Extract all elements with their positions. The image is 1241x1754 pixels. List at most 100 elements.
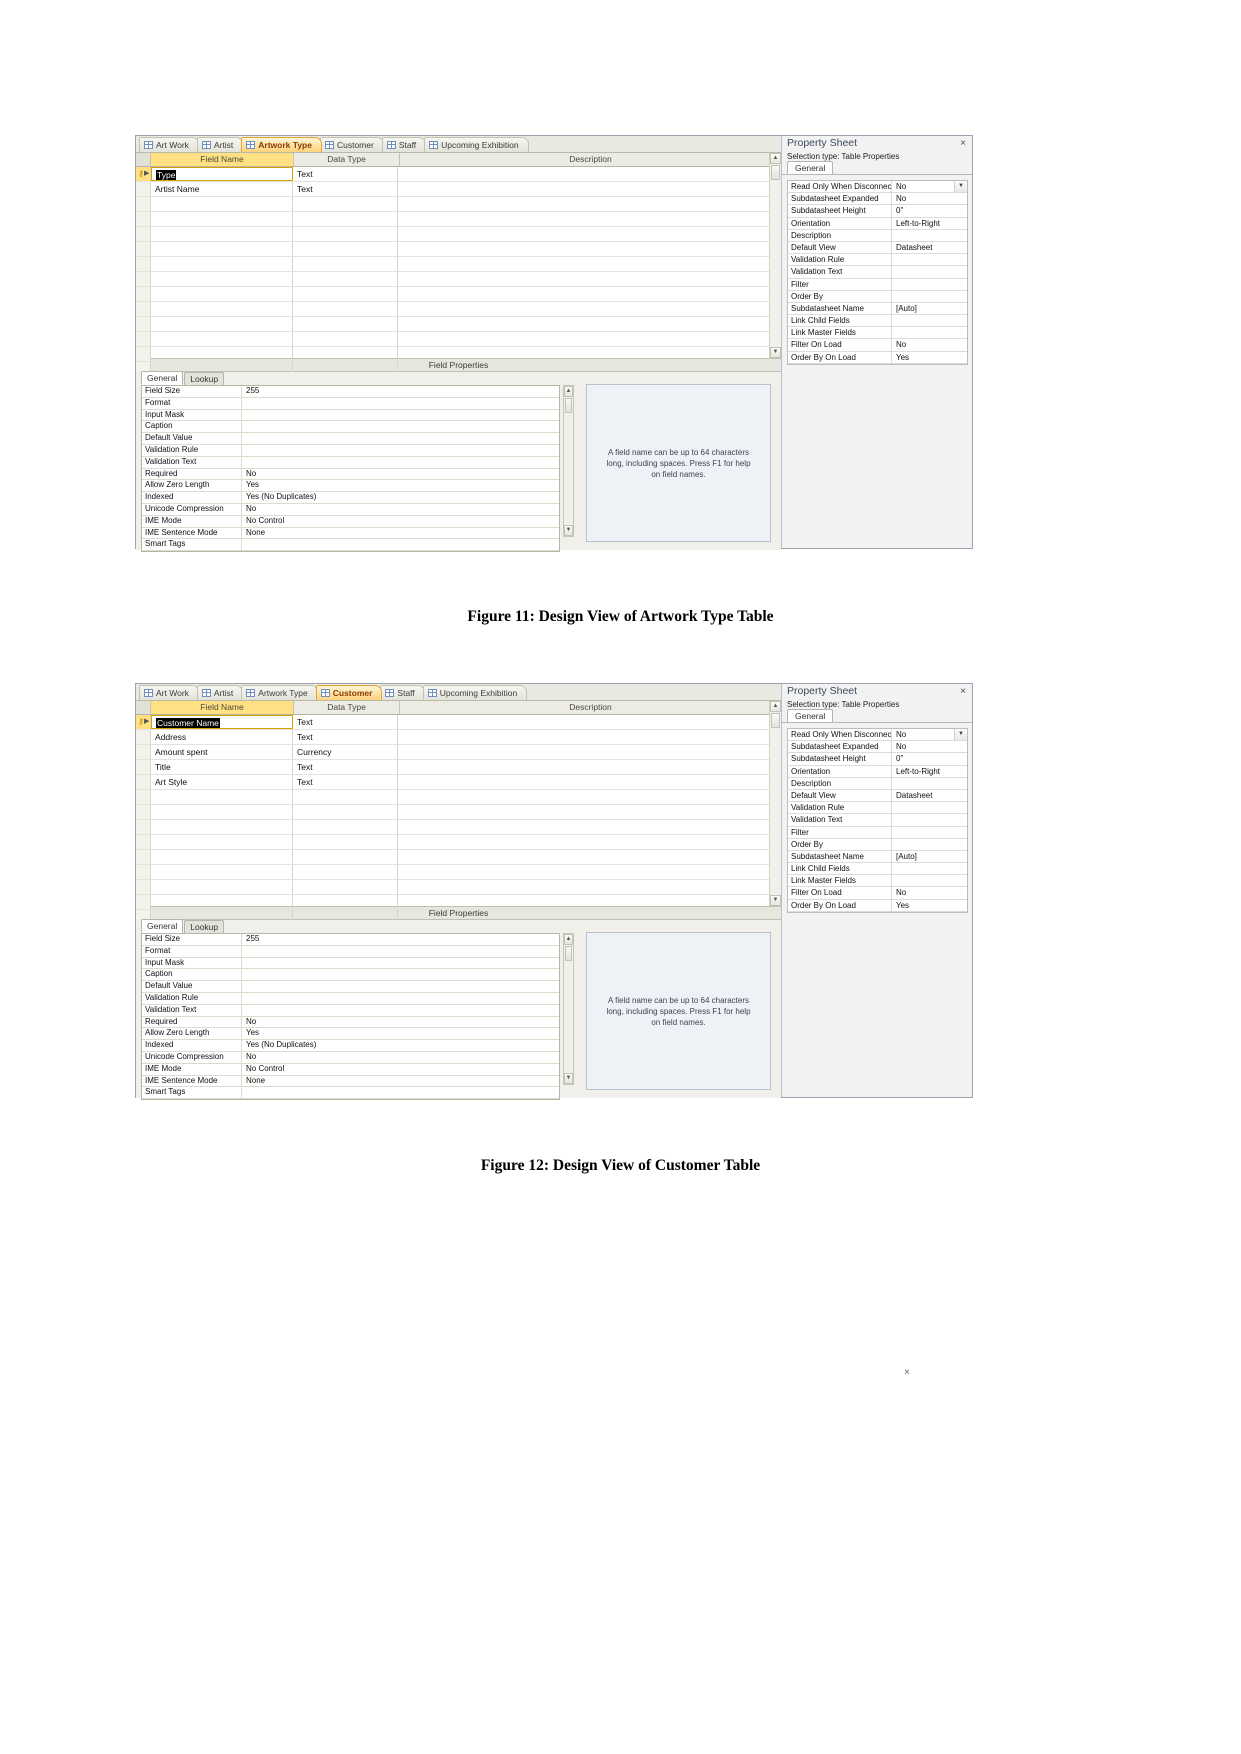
- table-property-value[interactable]: [892, 266, 967, 277]
- table-property-value[interactable]: No: [892, 339, 967, 350]
- field-row[interactable]: ⚷ ▶ Type Text: [136, 167, 781, 182]
- data-type-cell[interactable]: Text: [293, 775, 398, 789]
- data-type-cell[interactable]: [293, 197, 398, 211]
- description-cell[interactable]: [398, 302, 781, 316]
- field-row-empty[interactable]: [136, 347, 781, 362]
- field-row-empty[interactable]: [136, 850, 781, 865]
- fp-scrollbar-thumb[interactable]: [565, 398, 572, 413]
- description-cell[interactable]: [398, 715, 781, 729]
- description-cell[interactable]: [398, 730, 781, 744]
- table-property-value[interactable]: Yes: [892, 900, 967, 911]
- fp-scroll-down-button[interactable]: ▼: [564, 525, 573, 536]
- data-type-cell[interactable]: [293, 347, 398, 361]
- field-name-cell[interactable]: [151, 805, 293, 819]
- table-property-value[interactable]: [Auto]: [892, 851, 967, 862]
- data-type-cell[interactable]: [293, 272, 398, 286]
- field-property-row[interactable]: IME Mode No Control: [142, 1063, 559, 1076]
- table-property-value[interactable]: [892, 827, 967, 838]
- description-cell[interactable]: [398, 805, 781, 819]
- field-name-cell[interactable]: Amount spent: [151, 745, 293, 759]
- field-property-row[interactable]: Field Size 255: [142, 386, 559, 398]
- column-header-description[interactable]: Description: [400, 153, 781, 166]
- field-row-empty[interactable]: [136, 880, 781, 895]
- row-selector[interactable]: [136, 760, 151, 774]
- table-property-value[interactable]: [892, 863, 967, 874]
- table-property-row[interactable]: Order By On Load Yes: [788, 351, 967, 364]
- field-property-row[interactable]: Caption: [142, 969, 559, 982]
- object-tab-strip-fig11[interactable]: Art Work Artist Artwork Type Customer Staff U…: [136, 136, 781, 153]
- property-sheet-tab-general[interactable]: General: [787, 161, 834, 174]
- data-type-cell[interactable]: [293, 805, 398, 819]
- field-name-cell[interactable]: [151, 242, 293, 256]
- field-property-value[interactable]: No: [242, 469, 559, 480]
- field-name-cell[interactable]: [151, 287, 293, 301]
- data-type-cell[interactable]: [293, 820, 398, 834]
- grid-vertical-scrollbar[interactable]: ▲ ▼: [769, 153, 781, 358]
- chevron-down-icon[interactable]: ▼: [954, 729, 967, 741]
- property-sheet-tab-general[interactable]: General: [787, 709, 834, 722]
- field-row-empty[interactable]: [136, 212, 781, 227]
- field-property-row[interactable]: IME Mode No Control: [142, 515, 559, 528]
- field-property-value[interactable]: None: [242, 528, 559, 539]
- field-row-empty[interactable]: [136, 317, 781, 332]
- field-property-row[interactable]: Field Size 255: [142, 934, 559, 946]
- field-property-value[interactable]: Yes (No Duplicates): [242, 492, 559, 503]
- table-property-value[interactable]: [892, 230, 967, 241]
- field-row[interactable]: Artist Name Text: [136, 182, 781, 197]
- field-property-row[interactable]: Indexed Yes (No Duplicates): [142, 492, 559, 504]
- field-name-cell[interactable]: Type: [151, 167, 293, 181]
- description-cell[interactable]: [398, 212, 781, 226]
- data-type-cell[interactable]: [293, 850, 398, 864]
- data-type-cell[interactable]: [293, 865, 398, 879]
- row-selector[interactable]: [136, 820, 151, 834]
- field-row-empty[interactable]: [136, 895, 781, 910]
- field-row-empty[interactable]: [136, 790, 781, 805]
- object-tab-customer[interactable]: Customer: [315, 685, 383, 700]
- row-selector[interactable]: [136, 197, 151, 211]
- object-tab-upcoming-exhibition[interactable]: Upcoming Exhibition: [424, 137, 529, 152]
- table-property-row[interactable]: Filter: [788, 278, 967, 291]
- field-row-empty[interactable]: [136, 865, 781, 880]
- field-properties-tab-lookup[interactable]: Lookup: [184, 372, 225, 385]
- field-property-row[interactable]: Indexed Yes (No Duplicates): [142, 1040, 559, 1052]
- field-row-empty[interactable]: [136, 835, 781, 850]
- description-cell[interactable]: [398, 167, 781, 181]
- row-selector[interactable]: [136, 745, 151, 759]
- property-sheet-tabs[interactable]: General: [782, 161, 972, 175]
- description-cell[interactable]: [398, 880, 781, 894]
- field-property-value[interactable]: [242, 410, 559, 421]
- field-properties-scrollbar[interactable]: ▲ ▼: [563, 385, 574, 537]
- field-property-value[interactable]: [242, 981, 559, 992]
- field-row-empty[interactable]: [136, 287, 781, 302]
- object-tab-artist[interactable]: Artist: [196, 137, 244, 152]
- field-name-cell[interactable]: [151, 272, 293, 286]
- field-name-cell[interactable]: Address: [151, 730, 293, 744]
- table-property-row[interactable]: Link Child Fields: [788, 315, 967, 328]
- description-cell[interactable]: [398, 227, 781, 241]
- field-property-row[interactable]: Validation Rule: [142, 444, 559, 457]
- scroll-up-button[interactable]: ▲: [770, 153, 781, 164]
- table-property-value[interactable]: 0": [892, 205, 967, 216]
- table-property-row[interactable]: Default View Datasheet: [788, 241, 967, 255]
- field-property-value[interactable]: [242, 958, 559, 969]
- table-property-value[interactable]: [892, 814, 967, 825]
- data-type-cell[interactable]: [293, 227, 398, 241]
- data-type-cell[interactable]: [293, 317, 398, 331]
- field-property-row[interactable]: Caption: [142, 421, 559, 434]
- row-selector[interactable]: [136, 257, 151, 271]
- field-name-cell[interactable]: [151, 790, 293, 804]
- field-property-row[interactable]: Format: [142, 397, 559, 410]
- fp-scrollbar-thumb[interactable]: [565, 946, 572, 961]
- field-row-empty[interactable]: [136, 805, 781, 820]
- close-property-sheet-icon[interactable]: ×: [960, 685, 966, 698]
- field-name-cell[interactable]: [151, 317, 293, 331]
- field-property-row[interactable]: Validation Rule: [142, 992, 559, 1005]
- field-properties-tab-general[interactable]: General: [141, 371, 184, 385]
- description-cell[interactable]: [398, 775, 781, 789]
- field-property-value[interactable]: [242, 539, 559, 550]
- table-property-row[interactable]: Orientation Left-to-Right: [788, 765, 967, 778]
- table-property-value[interactable]: [892, 875, 967, 886]
- object-tab-upcoming-exhibition[interactable]: Upcoming Exhibition: [422, 685, 528, 700]
- field-property-value[interactable]: No Control: [242, 516, 559, 527]
- field-property-value[interactable]: [242, 421, 559, 432]
